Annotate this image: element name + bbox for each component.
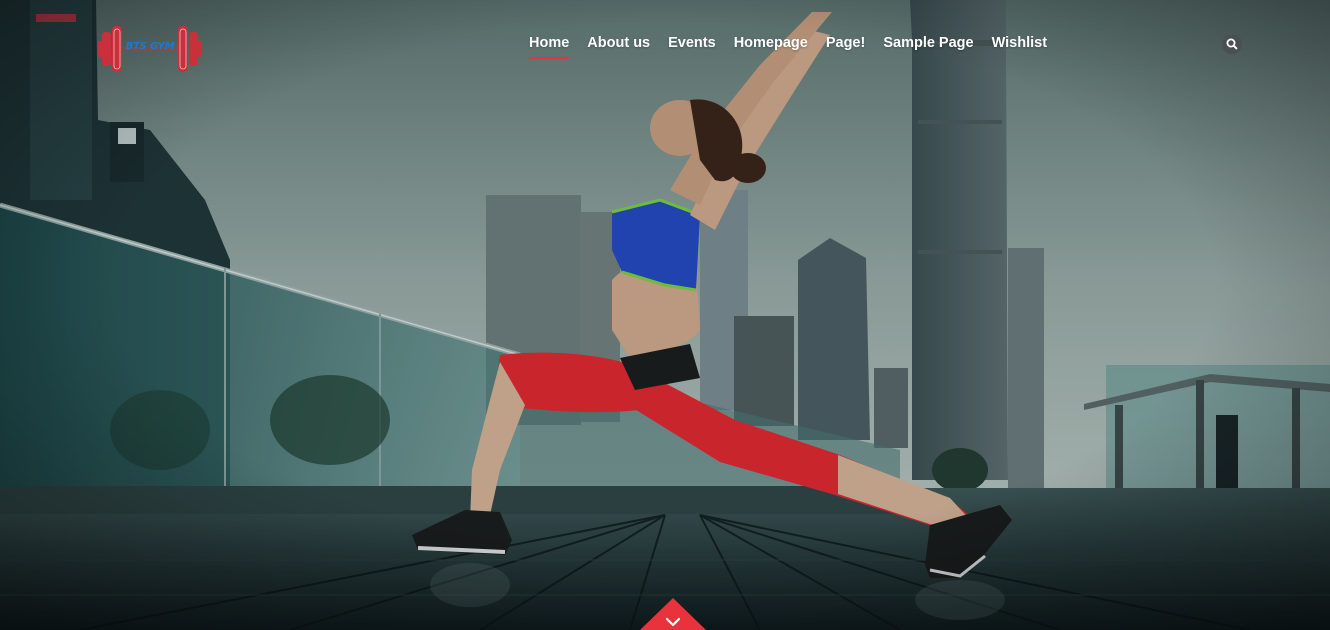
search-button[interactable]: [1222, 34, 1242, 54]
site-logo[interactable]: BTS GYM: [98, 24, 202, 74]
nav-item-events[interactable]: Events: [668, 33, 716, 63]
scroll-down-button[interactable]: [640, 598, 706, 630]
hero-section: BTS GYM Home About us Events Homepage Pa…: [0, 0, 1330, 630]
nav-item-about-us[interactable]: About us: [587, 33, 650, 63]
nav-item-wishlist[interactable]: Wishlist: [992, 33, 1047, 63]
main-navigation: Home About us Events Homepage Page! Samp…: [520, 33, 1056, 63]
nav-item-sample-page[interactable]: Sample Page: [883, 33, 973, 63]
nav-item-home[interactable]: Home: [529, 33, 570, 63]
search-icon: [1226, 38, 1238, 50]
hero-background-image: [0, 0, 1330, 630]
logo-text: BTS GYM: [125, 41, 175, 52]
nav-item-page[interactable]: Page!: [826, 33, 866, 63]
nav-item-homepage[interactable]: Homepage: [734, 33, 808, 63]
site-header: BTS GYM Home About us Events Homepage Pa…: [0, 0, 1330, 90]
